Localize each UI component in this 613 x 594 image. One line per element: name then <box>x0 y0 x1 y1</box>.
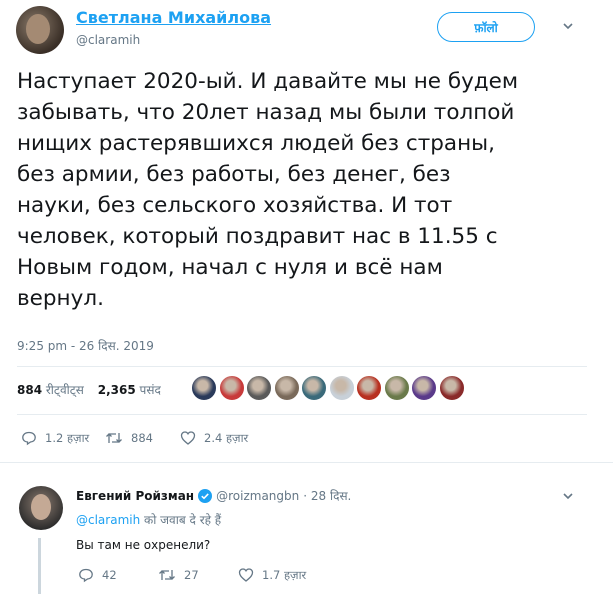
reply-text: Вы там не охренели? <box>76 538 211 552</box>
reply-icon <box>22 431 36 446</box>
reply-reply-count: 42 <box>102 568 117 582</box>
retweets-label[interactable]: रीट्वीट्स <box>46 383 84 397</box>
retweets-count[interactable]: 884 <box>17 383 42 397</box>
reply-like-count: 1.7 हज़ार <box>262 567 307 582</box>
retweet-button[interactable]: 884 <box>105 430 153 446</box>
replying-to-handle[interactable]: @claramih <box>76 513 140 527</box>
liker-avatar[interactable] <box>273 375 300 401</box>
divider <box>0 462 613 463</box>
reply-retweet-button[interactable]: 27 <box>158 567 199 583</box>
liker-avatar[interactable] <box>411 375 437 401</box>
like-button[interactable]: 2.4 हज़ार <box>180 430 248 446</box>
replying-to-suffix: को जवाब दे रहे हैं <box>140 513 222 527</box>
thread-line <box>38 538 41 594</box>
liker-avatar[interactable] <box>383 375 410 401</box>
tweet-stats: 884 रीट्वीट्स 2,365 पसंद <box>17 381 171 398</box>
reply-reply-button[interactable]: 42 <box>78 567 117 583</box>
heart-icon <box>238 568 254 582</box>
author-handle[interactable]: @claramih <box>76 33 140 47</box>
reply-author-avatar[interactable] <box>19 486 63 530</box>
reply-header: Евгений Ройзман @roizmangbn · 28 दिस. <box>76 487 351 504</box>
liker-avatar[interactable] <box>301 375 327 401</box>
verified-badge-icon <box>198 488 213 503</box>
reply-count: 1.2 हज़ार <box>45 430 90 445</box>
divider <box>17 366 587 367</box>
author-avatar[interactable] <box>16 6 64 54</box>
chevron-down-icon[interactable] <box>562 490 574 502</box>
retweet-count: 884 <box>131 431 153 445</box>
heart-icon <box>180 431 196 445</box>
chevron-down-icon[interactable] <box>562 20 574 32</box>
retweet-icon <box>106 433 122 443</box>
tweet-text: Наступает 2020-ый. И давайте мы не будем… <box>17 69 519 311</box>
reply-author-name[interactable]: Евгений Ройзман <box>76 489 194 503</box>
liker-avatar[interactable] <box>218 375 245 401</box>
liker-avatar[interactable] <box>246 375 272 401</box>
reply-icon <box>79 568 93 583</box>
author-name[interactable]: Светлана Михайлова <box>76 8 271 27</box>
reply-like-button[interactable]: 1.7 हज़ार <box>238 567 306 583</box>
reply-button[interactable]: 1.2 हज़ार <box>21 430 89 446</box>
liker-avatars <box>191 375 466 403</box>
liker-avatar[interactable] <box>438 375 465 401</box>
likes-count[interactable]: 2,365 <box>98 383 136 397</box>
liker-avatar[interactable] <box>356 375 382 401</box>
like-count: 2.4 हज़ार <box>204 430 249 445</box>
reply-retweet-count: 27 <box>184 568 199 582</box>
reply-author-handle[interactable]: @roizmangbn <box>216 489 299 503</box>
tweet-timestamp[interactable]: 9:25 pm - 26 दिस. 2019 <box>17 337 154 354</box>
retweet-icon <box>159 570 175 580</box>
liker-avatar[interactable] <box>191 375 217 401</box>
liker-avatar[interactable] <box>328 375 355 401</box>
reply-date[interactable]: · 28 दिस. <box>303 487 351 504</box>
divider <box>17 414 587 415</box>
likes-label[interactable]: पसंद <box>140 383 161 397</box>
replying-to: @claramih को जवाब दे रहे हैं <box>76 511 221 528</box>
follow-button[interactable]: फ़ॉलो <box>437 12 535 42</box>
